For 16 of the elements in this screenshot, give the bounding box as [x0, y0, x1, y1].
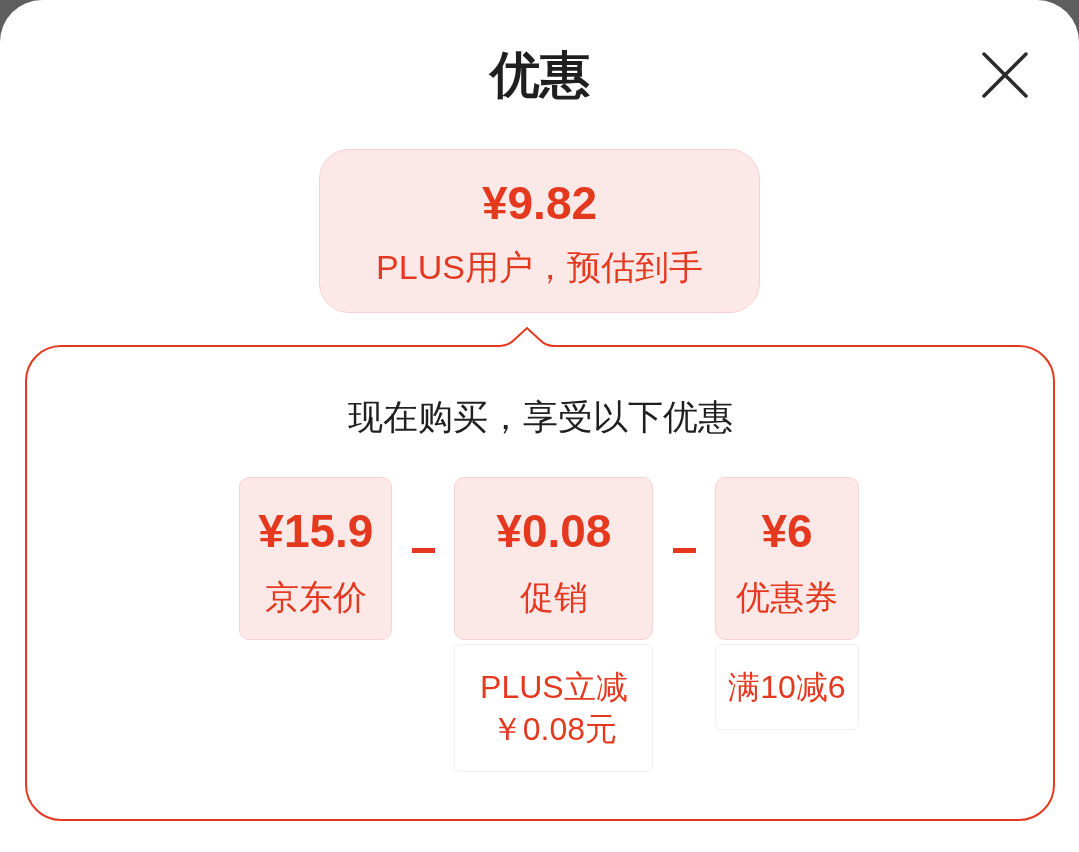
close-button[interactable]	[982, 52, 1028, 98]
minus-icon	[411, 547, 435, 553]
detail-text: 满10减6	[728, 668, 846, 707]
card-label: 京东价	[264, 577, 367, 618]
sheet-title: 优惠	[489, 46, 590, 105]
minus-icon	[672, 547, 696, 553]
detail-text: PLUS立减￥0.08元	[479, 668, 629, 749]
card-amount: ¥15.9	[258, 504, 374, 559]
close-icon	[982, 52, 1028, 98]
estimated-price: ¥9.82	[481, 176, 598, 231]
card-label: 促销	[519, 577, 588, 618]
card-amount: ¥6	[761, 504, 813, 559]
card-label: 优惠券	[735, 577, 838, 618]
price-caption: PLUS用户，预估到手	[376, 247, 703, 288]
panel-heading: 现在购买，享受以下优惠	[347, 396, 733, 438]
card-amount: ¥0.08	[496, 504, 612, 559]
